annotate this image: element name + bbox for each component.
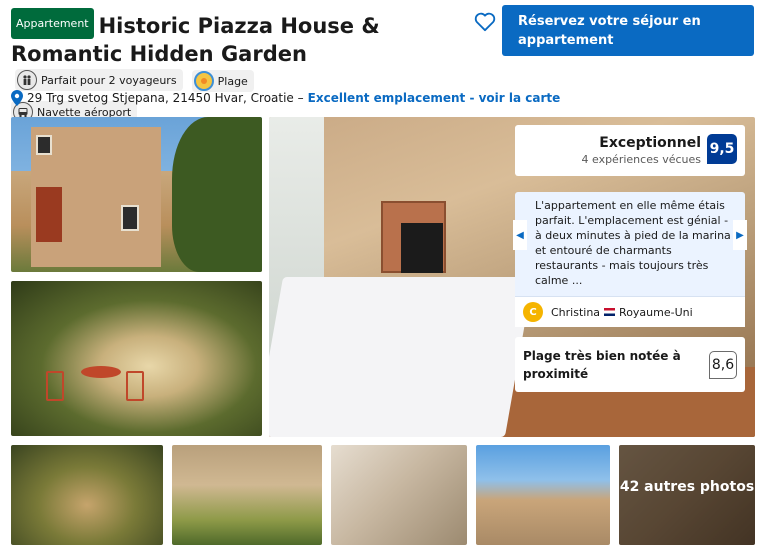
uk-flag-icon — [604, 308, 616, 316]
address-row: 29 Trg svetog Stjepana, 21450 Hvar, Croa… — [11, 90, 560, 106]
gallery-photo-3[interactable] — [11, 445, 163, 545]
chevron-right-icon[interactable]: ▶ — [733, 220, 747, 250]
review-count: 4 expériences vécues — [581, 153, 702, 166]
address-text: 29 Trg svetog Stjepana, 21450 Hvar, Croa… — [27, 91, 304, 105]
reviewer-row: C Christina Royaume-Uni — [515, 296, 745, 327]
location-pin-icon — [11, 90, 23, 106]
heart-icon[interactable] — [474, 12, 496, 32]
review-quote-text: L'appartement en elle même étais parfait… — [535, 199, 731, 287]
photo-tablecloth — [269, 277, 534, 437]
gallery-photo-1[interactable] — [11, 117, 262, 272]
avatar: C — [523, 302, 543, 322]
review-score-badge: 9,5 — [707, 134, 737, 164]
reviewer-name: Christina — [551, 305, 601, 319]
photo-window — [36, 135, 52, 155]
photo-door — [36, 187, 62, 242]
beach-rating-label: Plage très bien notée à proximité — [523, 348, 681, 381]
chip-guests: Parfait pour 2 voyageurs — [15, 69, 183, 91]
more-photos-link[interactable]: 42 autres photos — [619, 478, 755, 496]
photo-window — [121, 205, 139, 231]
reviewer-country: Royaume-Uni — [619, 305, 693, 319]
photo-table — [81, 366, 121, 378]
photo-firebox — [401, 223, 443, 273]
review-score-card[interactable]: Exceptionnel 4 expériences vécues 9,5 — [515, 125, 745, 176]
gallery-photo-4[interactable] — [172, 445, 322, 545]
gallery-photo-5[interactable] — [331, 445, 467, 545]
beach-rating-card[interactable]: Plage très bien notée à proximité 8,6 — [515, 337, 745, 392]
reserve-button[interactable]: Réservez votre séjour en appartement — [502, 5, 754, 56]
gallery-photo-2[interactable] — [11, 281, 262, 436]
photo-chair — [46, 371, 64, 401]
review-score-label: Exceptionnel — [599, 135, 701, 151]
people-icon — [17, 70, 37, 90]
map-link[interactable]: Excellent emplacement - voir la carte — [308, 91, 561, 105]
beach-rating-score: 8,6 — [709, 350, 737, 379]
photo-tree — [172, 117, 262, 272]
gallery-photo-6[interactable] — [476, 445, 610, 545]
property-type-badge: Appartement — [11, 8, 94, 39]
chip-beach: Plage — [191, 70, 254, 92]
beach-icon — [193, 71, 214, 91]
chevron-left-icon[interactable]: ◀ — [513, 220, 527, 250]
property-header: Appartement Historic Piazza House & Roman… — [11, 8, 481, 125]
photo-chair — [126, 371, 144, 401]
